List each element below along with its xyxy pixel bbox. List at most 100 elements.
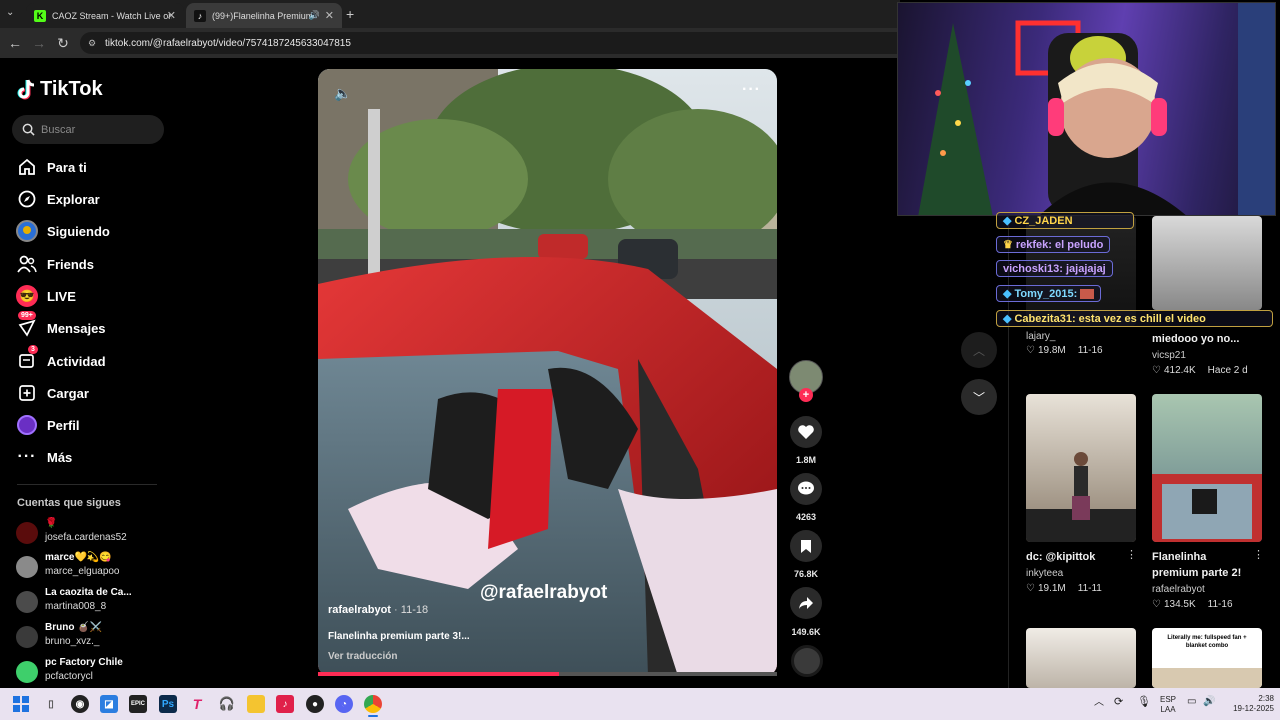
card-user[interactable]: lajary_ bbox=[1026, 331, 1055, 342]
card-date: Hace 2 d bbox=[1207, 365, 1248, 376]
card-title-line2[interactable]: premium parte 2! bbox=[1152, 567, 1241, 579]
new-tab-button[interactable]: + bbox=[346, 6, 354, 22]
nav-label: Para ti bbox=[47, 159, 87, 175]
more-options-icon[interactable]: ··· bbox=[742, 81, 761, 99]
previous-video-button[interactable]: ︿ bbox=[961, 332, 997, 368]
live-icon: 😎 bbox=[16, 285, 38, 307]
video-thumbnail[interactable] bbox=[1152, 394, 1262, 542]
following-item[interactable]: La caozita de Ca... martina008_8 bbox=[16, 587, 176, 619]
network-icon[interactable]: ▭ bbox=[1187, 697, 1196, 707]
card-more-icon[interactable]: ⋮ bbox=[1253, 548, 1264, 561]
card-user[interactable]: rafaelrabyot bbox=[1152, 584, 1205, 595]
language-indicator[interactable]: ESP LAA bbox=[1156, 695, 1180, 715]
store-icon[interactable]: ◪ bbox=[100, 695, 118, 713]
tab-caoz-stream[interactable]: K CAOZ Stream - Watch Live on K ✕ bbox=[26, 3, 184, 28]
video-thumbnail[interactable] bbox=[1026, 394, 1136, 542]
obs-icon[interactable]: ● bbox=[306, 695, 324, 713]
chat-badge-icon: ◆ bbox=[1003, 215, 1012, 227]
nav-mas[interactable]: ··· Más bbox=[16, 444, 73, 470]
card-user[interactable]: vicsp21 bbox=[1152, 350, 1186, 361]
microphone-icon[interactable]: 🎙 bbox=[1137, 697, 1151, 708]
nav-siguiendo[interactable]: Siguiendo bbox=[16, 218, 110, 244]
chrome-icon[interactable] bbox=[364, 695, 382, 713]
card-title[interactable]: miedooo yo no... bbox=[1152, 333, 1239, 345]
nav-cargar[interactable]: Cargar bbox=[16, 380, 89, 406]
activity-icon: 3 bbox=[16, 345, 38, 372]
back-button[interactable]: ← bbox=[6, 34, 24, 52]
avatar bbox=[16, 556, 38, 578]
nav-explorar[interactable]: Explorar bbox=[16, 186, 100, 212]
nav-para-ti[interactable]: Para ti bbox=[16, 154, 87, 180]
tiktok-note-icon bbox=[17, 79, 35, 99]
volume-tray-icon[interactable]: 🔊 bbox=[1203, 697, 1215, 707]
clock[interactable]: 2:38 19-12-2025 bbox=[1218, 694, 1274, 714]
comment-button[interactable] bbox=[790, 473, 822, 505]
close-tab-icon[interactable]: ✕ bbox=[325, 9, 334, 22]
video-thumbnail[interactable]: Literally me: fullspeed fan + blanket co… bbox=[1152, 628, 1262, 688]
discord-icon[interactable]: ◔ bbox=[335, 695, 353, 713]
nav-friends[interactable]: Friends bbox=[16, 251, 94, 277]
site-info-icon[interactable]: ⚙ bbox=[88, 38, 96, 49]
card-views: 19.1M bbox=[1037, 583, 1066, 594]
card-title[interactable]: Flanelinha bbox=[1152, 551, 1206, 563]
chat-text: : esta vez es chill el video bbox=[1071, 312, 1206, 325]
headphones-icon[interactable]: 🎧 bbox=[218, 695, 236, 713]
photoshop-icon[interactable]: Ps bbox=[159, 695, 177, 713]
mouse-app-icon[interactable]: ▯ bbox=[42, 695, 60, 713]
card-user[interactable]: inkyteea bbox=[1026, 568, 1063, 579]
home-icon bbox=[16, 156, 38, 178]
translate-link[interactable]: Ver traducción bbox=[328, 651, 397, 662]
next-video-button[interactable]: ﹀ bbox=[961, 379, 997, 415]
tab-list-button[interactable]: ⌄ bbox=[6, 7, 22, 21]
volume-icon[interactable]: 🔈 bbox=[334, 85, 351, 102]
tiktok-logo[interactable]: TikTok bbox=[17, 78, 103, 101]
following-item[interactable]: Bruno 🧉⚔️ bruno_xvz._ bbox=[16, 622, 176, 654]
video-watermark: @rafaelrabyot bbox=[480, 582, 608, 603]
thumbnail-caption: Literally me: fullspeed fan + blanket co… bbox=[1167, 635, 1247, 649]
epic-games-icon[interactable]: EPIC bbox=[129, 695, 147, 713]
video-thumbnail[interactable] bbox=[1026, 628, 1136, 688]
sound-disc-icon[interactable] bbox=[791, 645, 823, 677]
save-button[interactable] bbox=[790, 530, 822, 562]
video-progress-bar[interactable] bbox=[318, 672, 777, 676]
nav-mensajes[interactable]: 99+ Mensajes bbox=[16, 311, 106, 341]
chat-user: Cabezita31 bbox=[1014, 312, 1072, 325]
friends-icon bbox=[16, 253, 38, 275]
windows-start-icon[interactable] bbox=[12, 695, 30, 713]
reload-button[interactable]: ↻ bbox=[54, 34, 72, 52]
card-title[interactable]: dc: @kipittok bbox=[1026, 551, 1095, 563]
video-caption[interactable]: Flanelinha premium parte 3!... bbox=[328, 631, 470, 642]
follow-plus-button[interactable]: + bbox=[799, 388, 813, 402]
following-item[interactable]: 🌹 josefa.cardenas52 bbox=[16, 518, 176, 550]
following-item[interactable]: marce💛💫😋 marce_elguapoo bbox=[16, 552, 176, 584]
steelseries-icon[interactable]: ◉ bbox=[71, 695, 89, 713]
following-name: marce💛💫😋 bbox=[45, 552, 112, 563]
tab-audio-icon[interactable]: 🔊 bbox=[309, 10, 320, 21]
card-more-icon[interactable]: ⋮ bbox=[1126, 548, 1137, 561]
forward-button[interactable]: → bbox=[30, 34, 48, 52]
sync-icon[interactable]: ⟳ bbox=[1114, 697, 1123, 708]
nav-label: LIVE bbox=[47, 288, 76, 304]
search-input[interactable]: Buscar bbox=[12, 115, 164, 144]
url-field[interactable]: ⚙ tiktok.com/@rafaelrabyot/video/7574187… bbox=[80, 32, 900, 54]
following-item[interactable]: pc Factory Chile pcfactorycl bbox=[16, 657, 176, 689]
nav-actividad[interactable]: 3 Actividad bbox=[16, 345, 106, 374]
video-date: 11-18 bbox=[400, 604, 429, 616]
video-player[interactable]: 🔈 ··· @rafaelrabyot rafaelrabyot · 11-18… bbox=[318, 69, 777, 676]
following-handle: pcfactorycl bbox=[45, 671, 93, 682]
video-thumbnail[interactable] bbox=[1152, 216, 1262, 310]
nav-perfil[interactable]: Perfil bbox=[16, 412, 80, 438]
nav-live[interactable]: 😎 LIVE bbox=[16, 283, 76, 309]
file-explorer-icon[interactable] bbox=[247, 695, 265, 713]
tray-overflow-icon[interactable]: ︿ bbox=[1094, 698, 1104, 708]
tiktok-app-icon[interactable]: ♪ bbox=[276, 695, 294, 713]
like-button[interactable] bbox=[790, 416, 822, 448]
card-stat: ♡ 412.4K Hace 2 d bbox=[1152, 365, 1248, 376]
profile-icon bbox=[16, 414, 38, 436]
tab-tiktok[interactable]: ♪ (99+)Flanelinha Premium P 🔊 ✕ bbox=[186, 3, 342, 28]
share-button[interactable] bbox=[790, 587, 822, 619]
text-app-icon[interactable]: T bbox=[188, 695, 206, 713]
close-tab-icon[interactable]: ✕ bbox=[167, 9, 176, 22]
video-author[interactable]: rafaelrabyot bbox=[328, 604, 391, 616]
following-name: pc Factory Chile bbox=[45, 657, 123, 668]
